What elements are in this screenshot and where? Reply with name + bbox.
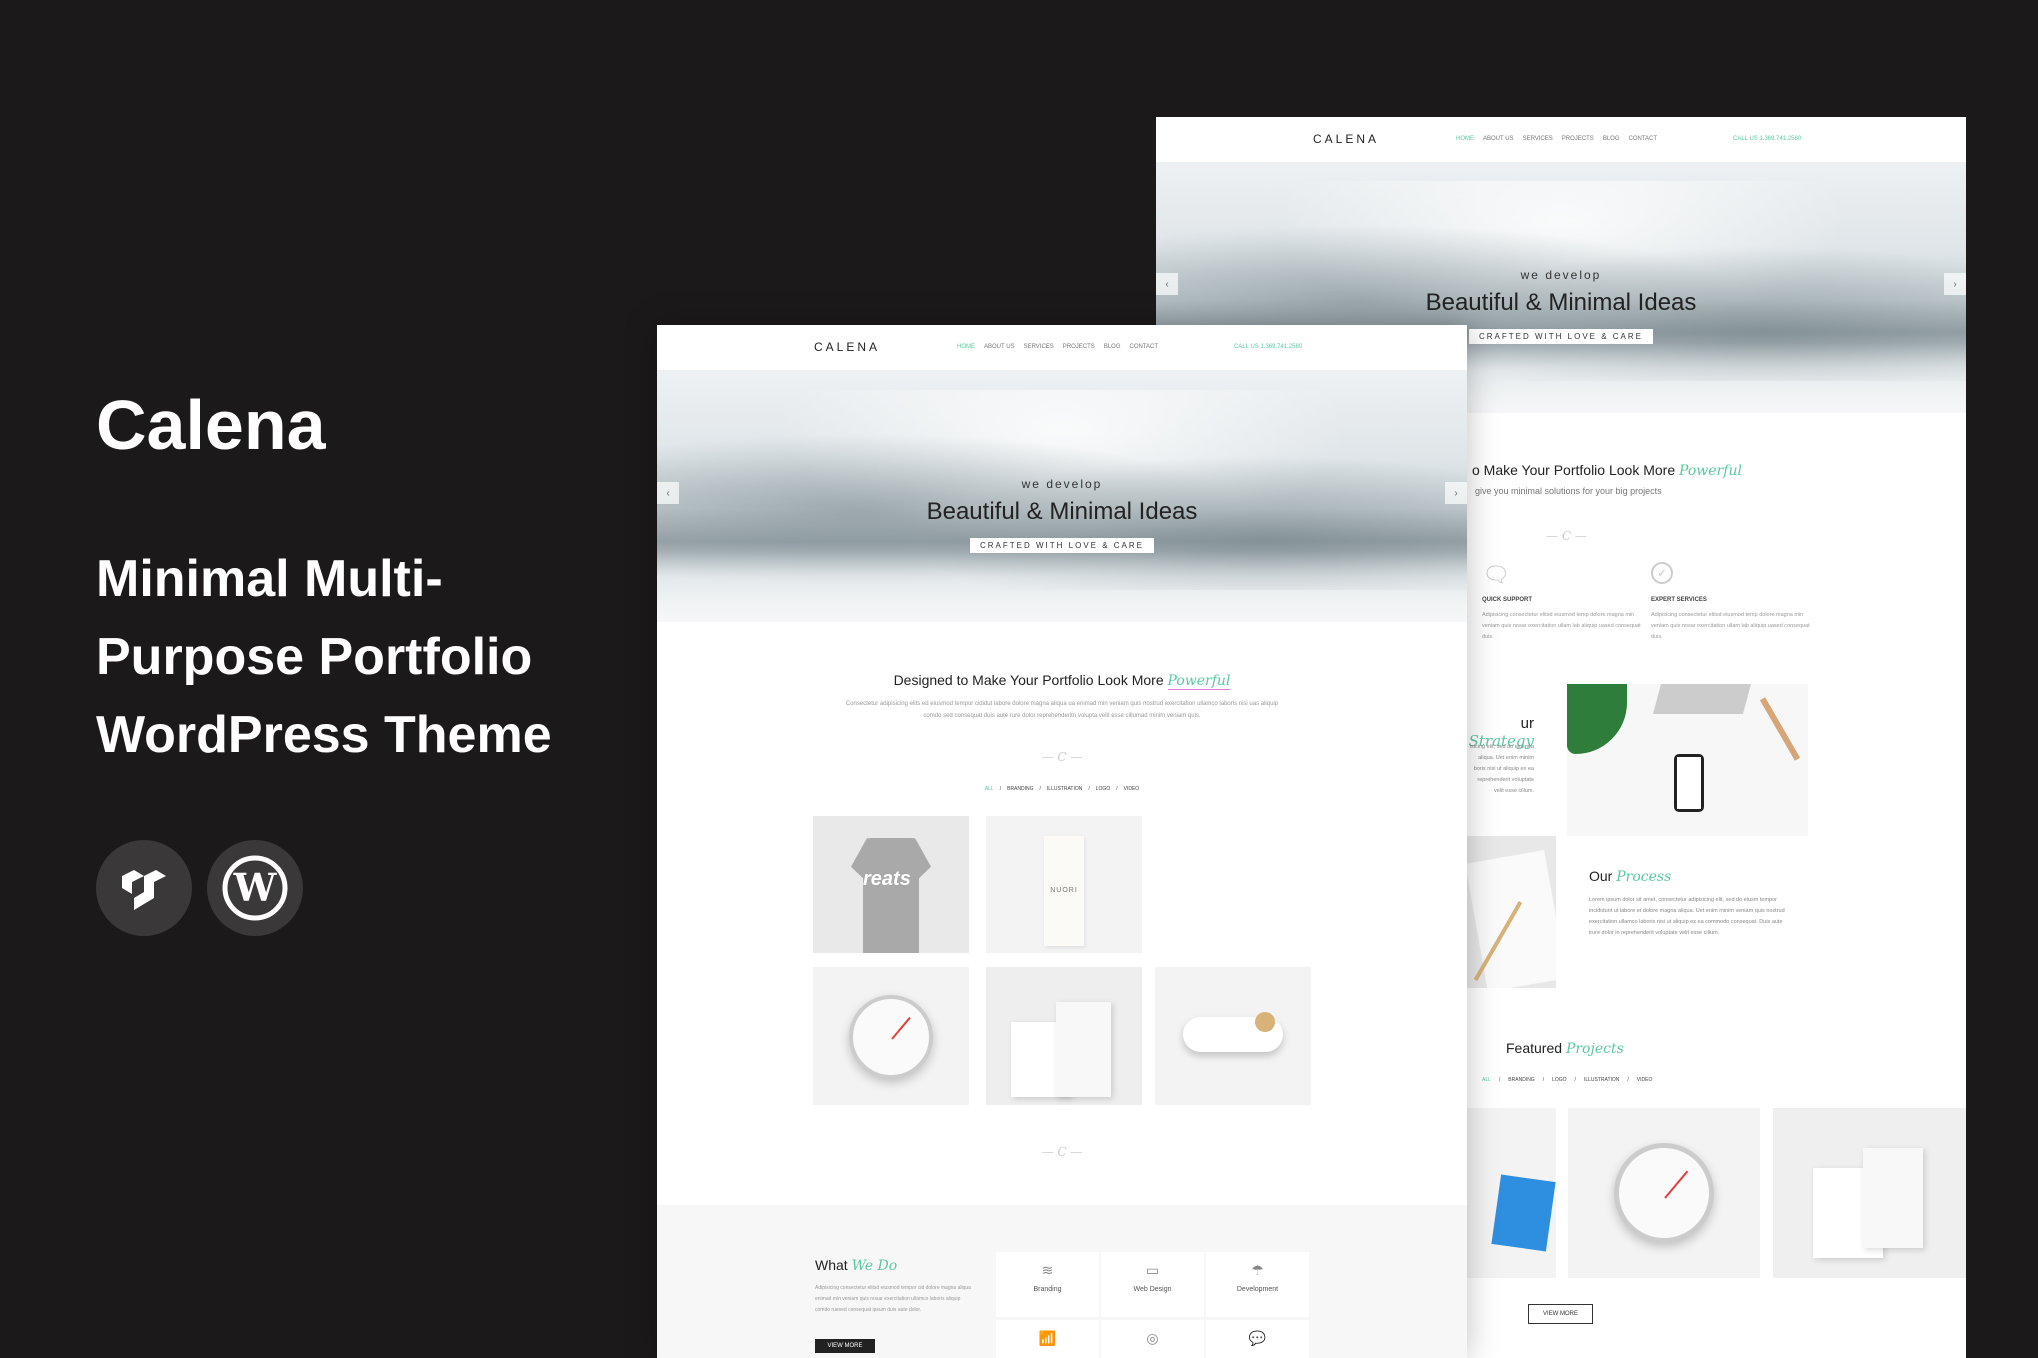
site-logo[interactable]: CALENA [814,340,880,354]
filter-illustration[interactable]: ILLUSTRATION [1584,1077,1619,1083]
bottle-label: NUORI [1050,887,1078,894]
project-filters: ALL / BRANDING / LOGO / ILLUSTRATION / VIDEO [1482,1077,1653,1083]
camera-icon: ◎ [1146,1330,1159,1346]
filter-video[interactable]: VIDEO [1124,786,1140,792]
umbrella-icon: ☂ [1251,1262,1264,1278]
next-slide-button[interactable]: › [1445,482,1467,504]
what-we-do-text: Adipisicing consectetur elitsd eiusmod t… [815,1285,971,1313]
nav-blog[interactable]: BLOG [1104,344,1121,350]
project-tile-clock[interactable] [813,967,969,1105]
filter-all[interactable]: ALL [985,786,994,792]
hero-slider: we develop Beautiful & Minimal Ideas CRA… [657,370,1467,622]
wordpress-icon: W [207,840,303,936]
nav-contact[interactable]: CONTACT [1629,136,1658,142]
project-tile-tshirt[interactable]: reats [813,816,969,953]
nav-links: HOME ABOUT US SERVICES PROJECTS BLOG CONTACT [957,344,1158,350]
project-tile-bags[interactable] [986,967,1142,1105]
feature-title: EXPERT SERVICES [1651,597,1707,603]
desk-phone-image [1567,684,1808,836]
section-heading: Designed to Make Your Portfolio Look Mor… [893,672,1231,690]
section-heading: o Make Your Portfolio Look More Powerful [1472,462,1742,479]
divider-ornament: — C — [1041,750,1083,764]
process-text: Lorem ipsum dolor sit amet, consectetur … [1589,897,1785,936]
divider-ornament: — C — [1546,529,1587,543]
feature-text: Adipisicing consectetur elitsd eiusmod t… [1482,612,1641,640]
feature-text: Adipisicing consectetur elitsd eiusmod t… [1651,612,1810,640]
section-subtitle: give you minimal solutions for your big … [1475,486,1662,496]
promo-tagline: Minimal Multi-Purpose Portfolio WordPres… [96,550,552,764]
promo-title: Calena [96,386,326,464]
chat-bubbles-icon: 🗨 [1482,562,1510,587]
project-filters: ALL / BRANDING / ILLUSTRATION / LOGO / VIDEO [984,786,1140,792]
navbar: CALENA HOME ABOUT US SERVICES PROJECTS BLOG C… [1156,117,1966,162]
nav-services[interactable]: SERVICES [1024,344,1054,350]
view-more-button[interactable]: VIEW MORE [1528,1304,1593,1324]
filter-branding[interactable]: BRANDING [1508,1077,1534,1083]
feature-title: QUICK SUPPORT [1482,597,1533,603]
nav-about[interactable]: ABOUT US [984,344,1015,350]
project-tile-eye-massager[interactable] [1155,967,1311,1105]
nav-contact[interactable]: CONTACT [1130,344,1159,350]
nav-home[interactable]: HOME [957,344,975,350]
hero-badge: CRAFTED WITH LOVE & CARE [969,538,1155,553]
next-slide-button[interactable]: › [1944,273,1966,295]
layers-icon: ≋ [1041,1262,1054,1278]
nav-projects[interactable]: PROJECTS [1562,136,1594,142]
process-heading: Our Process [1589,868,1672,885]
site-logo[interactable]: CALENA [1313,132,1379,146]
featured-heading: Featured Projects [1506,1040,1624,1057]
filter-logo[interactable]: LOGO [1552,1077,1566,1083]
nav-home[interactable]: HOME [1456,136,1474,142]
filter-all[interactable]: ALL [1482,1077,1491,1083]
section-paragraph: Consectetur adipisicing elits ed eiusmod… [845,701,1279,719]
nav-about[interactable]: ABOUT US [1483,136,1514,142]
filter-illustration[interactable]: ILLUSTRATION [1047,786,1082,792]
call-us[interactable]: CALL US 1.369.741.2580 [1234,344,1302,350]
hero-kicker: we develop [1520,268,1602,282]
prev-slide-button[interactable]: ‹ [657,482,679,504]
filter-video[interactable]: VIDEO [1637,1077,1653,1083]
service-support[interactable]: 💬 [1206,1320,1309,1358]
nav-links: HOME ABOUT US SERVICES PROJECTS BLOG CONTACT [1456,136,1657,142]
service-analytics[interactable]: 📶 [996,1320,1099,1358]
service-photography[interactable]: ◎ [1101,1320,1204,1358]
nav-blog[interactable]: BLOG [1603,136,1620,142]
filter-branding[interactable]: BRANDING [1007,786,1033,792]
service-web-design[interactable]: ▭ Web Design [1101,1252,1204,1317]
nav-services[interactable]: SERVICES [1523,136,1553,142]
project-tile-bottle[interactable]: NUORI [986,816,1142,953]
project-tile-clock[interactable] [1568,1108,1760,1278]
themeforest-icon [96,840,192,936]
filter-logo[interactable]: LOGO [1096,786,1110,792]
hero-title: Beautiful & Minimal Ideas [1425,289,1697,316]
prev-slide-button[interactable]: ‹ [1156,273,1178,295]
project-tile-bags[interactable] [1773,1108,1966,1278]
monitor-icon: ▭ [1145,1262,1160,1278]
notebook-image [1456,836,1556,988]
check-circle-icon: ✓ [1651,562,1673,584]
hero-title: Beautiful & Minimal Ideas [926,498,1198,525]
nav-projects[interactable]: PROJECTS [1063,344,1095,350]
svg-text:W: W [233,865,278,910]
call-us[interactable]: CALL US 1.369.741.2580 [1733,136,1801,142]
chat-icon: 💬 [1248,1330,1267,1346]
what-we-do-heading: What We Do [815,1257,898,1274]
navbar: CALENA HOME ABOUT US SERVICES PROJECTS BLOG C… [657,325,1467,370]
tshirt-print: reats [863,868,911,890]
front-mockup: CALENA HOME ABOUT US SERVICES PROJECTS BLOG C… [657,325,1467,1358]
view-more-button[interactable]: VIEW MORE [815,1339,875,1353]
what-we-do-section: What We Do Adipisicing consectetur elits… [657,1205,1467,1358]
chart-icon: 📶 [1038,1330,1057,1346]
divider-ornament: — C — [1041,1145,1083,1159]
hero-badge: CRAFTED WITH LOVE & CARE [1468,329,1654,344]
hero-kicker: we develop [1021,477,1103,491]
service-development[interactable]: ☂ Development [1206,1252,1309,1317]
strategy-text: isicing elit, sed do eiusm a aliqua. Uet… [1469,744,1534,794]
project-tile-cards[interactable] [1456,1108,1556,1278]
service-branding[interactable]: ≋ Branding [996,1252,1099,1317]
